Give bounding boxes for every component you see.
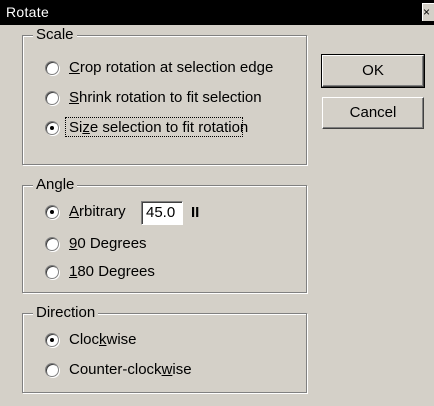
radio-180[interactable] (45, 265, 59, 279)
label-180: 180 Degrees (69, 263, 155, 280)
ok-button[interactable]: OK (321, 54, 425, 88)
label-crop-mnemonic: C (69, 59, 80, 76)
label-arbitrary-mnemonic: A (69, 203, 80, 220)
dialog-client: Scale Crop rotation at selection edge Sh… (0, 25, 434, 406)
label-clockwise: Clockwise (69, 331, 137, 348)
label-shrink-mnemonic: S (69, 89, 80, 106)
label-size: Size selection to fit rotation (69, 119, 249, 136)
radio-clockwise[interactable] (45, 333, 59, 347)
degree-unit-mark: II (191, 204, 200, 221)
label-size-mnemonic: z (82, 119, 90, 136)
label-counter-clockwise: Counter-clockwise (69, 361, 192, 378)
angle-legend: Angle (33, 176, 78, 194)
label-clockwise-mnemonic: k (99, 331, 107, 348)
window-title: Rotate (6, 4, 50, 20)
cancel-button-label: Cancel (349, 104, 397, 121)
radio-counter-clockwise[interactable] (45, 363, 59, 377)
label-90: 90 Degrees (69, 235, 147, 252)
label-counter-clockwise-mnemonic: w (161, 361, 173, 378)
arbitrary-angle-input[interactable]: 45.0 (141, 201, 183, 225)
label-crop: Crop rotation at selection edge (69, 59, 274, 76)
label-shrink: Shrink rotation to fit selection (69, 89, 262, 106)
radio-shrink[interactable] (45, 91, 59, 105)
scale-group: Scale Crop rotation at selection edge Sh… (22, 26, 307, 165)
title-bar: Rotate × (0, 0, 434, 25)
close-icon: × (423, 5, 431, 19)
radio-arbitrary-selected-dot (50, 210, 54, 214)
label-90-mnemonic: 9 (69, 235, 78, 252)
label-arbitrary: Arbitrary (69, 203, 126, 220)
label-180-mnemonic: 1 (69, 263, 78, 280)
radio-size[interactable] (45, 121, 59, 135)
ok-button-label: OK (362, 62, 384, 79)
cancel-button[interactable]: Cancel (322, 97, 424, 129)
radio-size-selected-dot (50, 126, 54, 130)
scale-legend: Scale (33, 26, 77, 44)
close-button[interactable]: × (422, 3, 434, 21)
radio-crop[interactable] (45, 61, 59, 75)
direction-legend: Direction (33, 304, 99, 322)
radio-90[interactable] (45, 237, 59, 251)
radio-arbitrary[interactable] (45, 205, 59, 219)
direction-group: Direction Clockwise Counter-clockwise (22, 304, 307, 393)
rotate-dialog: Rotate × Scale Crop rotation at selectio… (0, 0, 434, 406)
angle-group: Angle Arbitrary 45.0 II 90 Degrees 180 D… (22, 176, 307, 293)
radio-clockwise-selected-dot (50, 338, 54, 342)
